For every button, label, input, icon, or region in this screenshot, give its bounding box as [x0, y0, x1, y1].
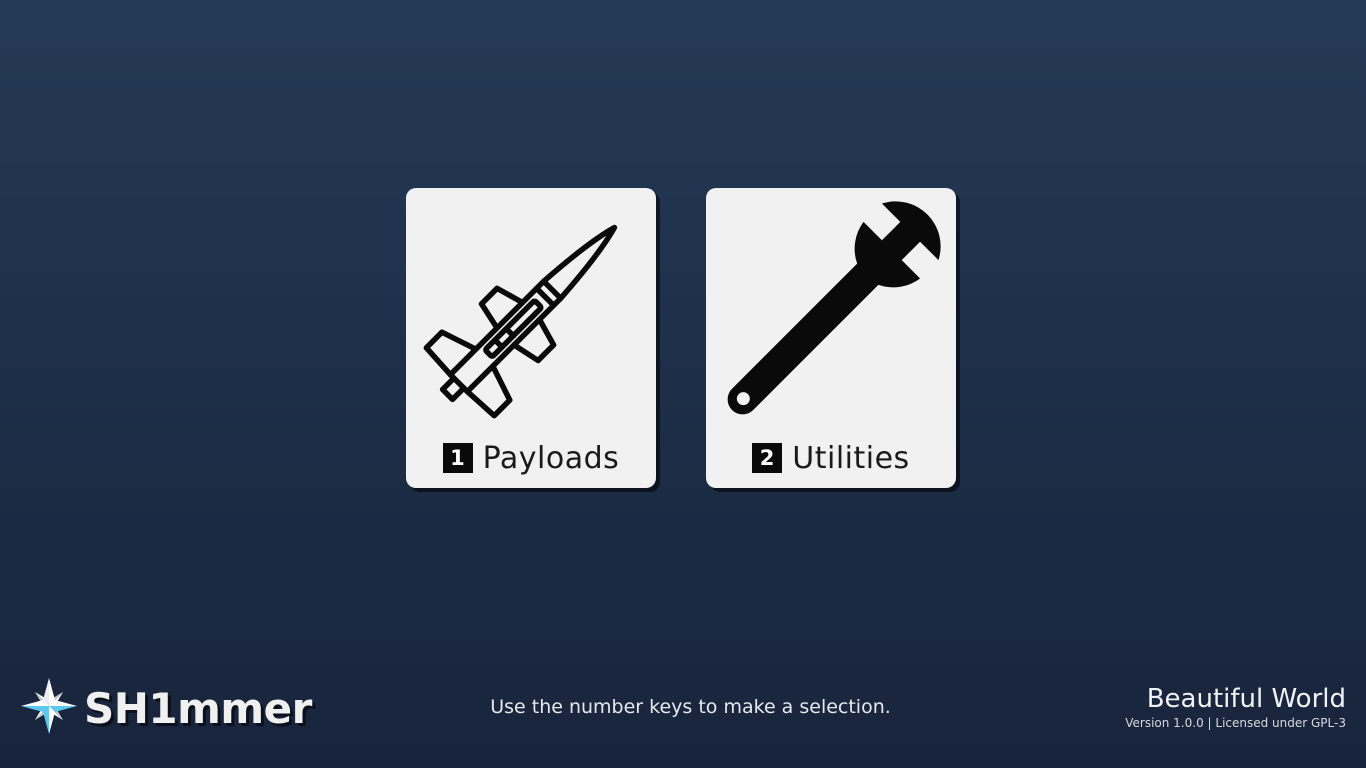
menu-cards: 1 Payloads 2 Utilities: [406, 188, 956, 488]
payloads-label-row: 1 Payloads: [406, 438, 656, 478]
release-info: Beautiful World Version 1.0.0 | Licensed…: [1125, 683, 1346, 731]
release-name: Beautiful World: [1146, 684, 1346, 714]
version-license: Version 1.0.0 | Licensed under GPL-3: [1125, 716, 1346, 730]
wrench-icon: [706, 201, 956, 416]
key-badge-1: 1: [442, 443, 473, 473]
payloads-label: Payloads: [482, 440, 620, 476]
key-badge-2: 2: [752, 443, 783, 473]
missile-icon: [406, 206, 656, 419]
utilities-label: Utilities: [792, 440, 910, 476]
shimmer-main-menu: { "menu": { "items": [ { "key": "1", "la…: [0, 0, 1366, 768]
utilities-label-row: 2 Utilities: [706, 438, 956, 478]
payloads-card[interactable]: 1 Payloads: [406, 188, 656, 488]
utilities-card[interactable]: 2 Utilities: [706, 188, 956, 488]
